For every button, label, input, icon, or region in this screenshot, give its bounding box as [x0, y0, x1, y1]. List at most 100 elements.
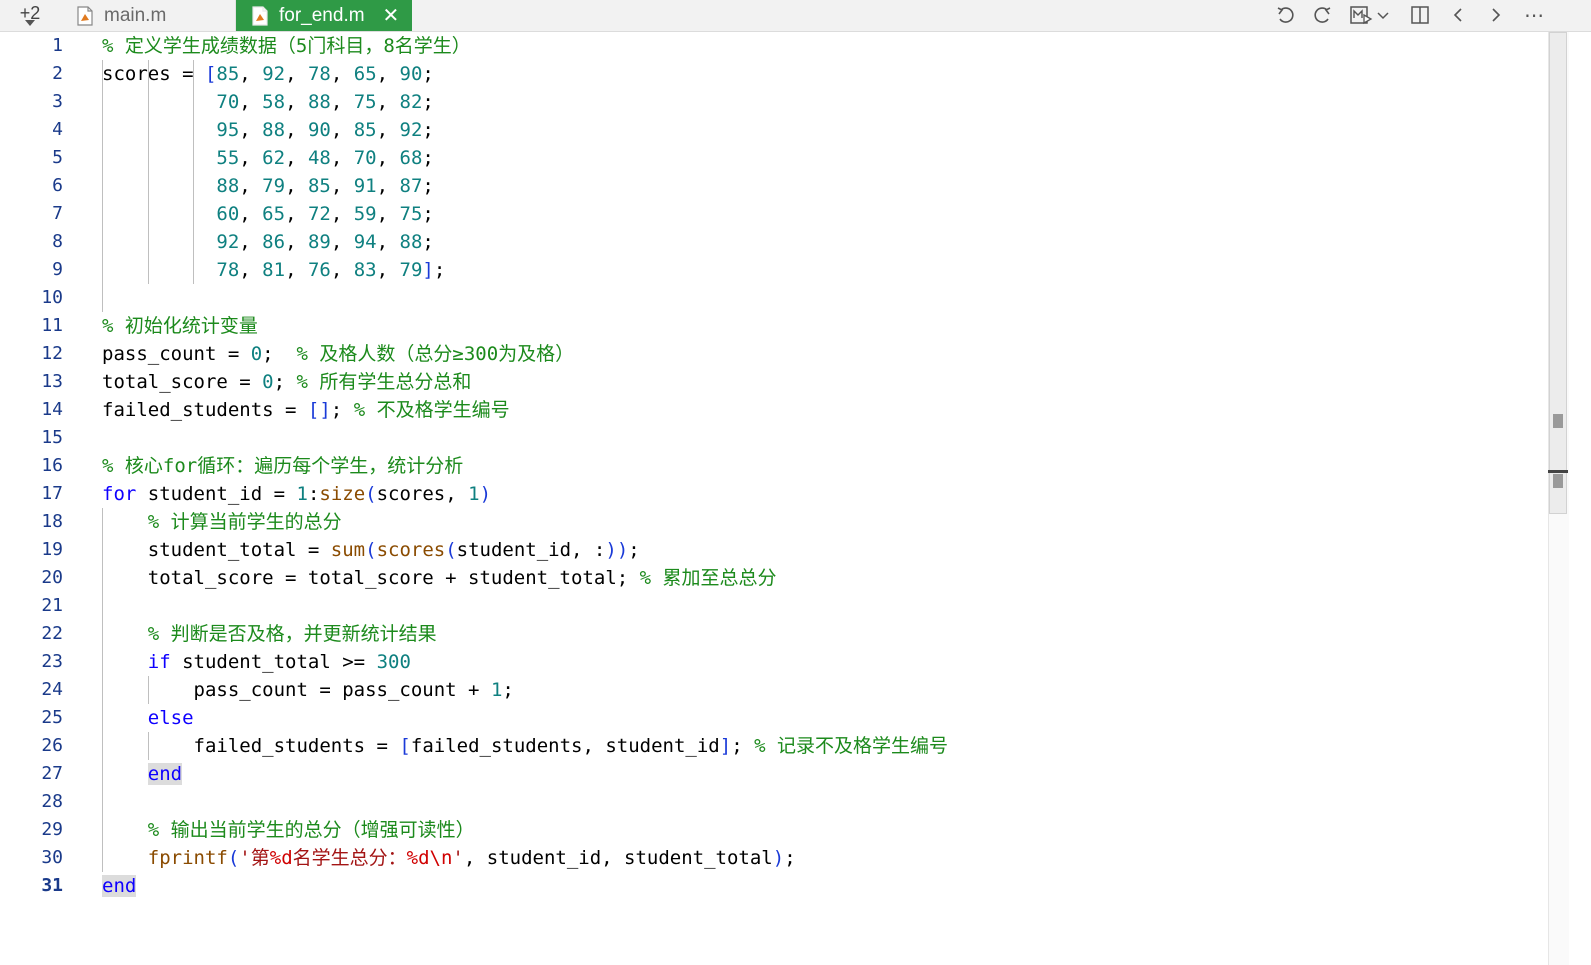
code-line[interactable]: 2 scores = [85, 92, 78, 65, 90;: [0, 60, 1548, 88]
code-line[interactable]: 15: [0, 424, 1548, 452]
code-token: ,: [330, 63, 354, 85]
code-text: fprintf('第%d名学生总分：%d\n', student_id, stu…: [102, 844, 796, 872]
code-token: total_score = total_score + student_tota…: [102, 567, 640, 589]
code-token: 62: [262, 147, 286, 169]
indent-guide: [148, 676, 149, 704]
code-token: 0: [250, 343, 263, 365]
code-line[interactable]: 14 failed_students = []; % 不及格学生编号: [0, 396, 1548, 424]
code-line[interactable]: 30 fprintf('第%d名学生总分：%d\n', student_id, …: [0, 844, 1548, 872]
split-view-icon[interactable]: [1406, 2, 1434, 28]
indent-guide: [193, 60, 194, 284]
code-line[interactable]: 27 end: [0, 760, 1548, 788]
code-text: total_score = 0; % 所有学生总分总和: [102, 368, 471, 396]
line-number: 24: [41, 679, 63, 700]
code-line[interactable]: 29 % 输出当前学生的总分（增强可读性）: [0, 816, 1548, 844]
code-editor[interactable]: 1% 定义学生成绩数据（5门科目，8名学生） 2 scores = [85, 92,…: [0, 32, 1548, 965]
code-token: ;: [262, 343, 297, 365]
line-number: 4: [52, 119, 63, 140]
code-line[interactable]: 12 pass_count = 0; % 及格人数（总分≥300为及格）: [0, 340, 1548, 368]
code-token: ]: [422, 259, 434, 281]
code-token: 55: [216, 147, 240, 169]
line-number: 31: [41, 875, 63, 896]
chevron-left-icon[interactable]: [1444, 2, 1472, 28]
scrollbar-thumb[interactable]: [1549, 32, 1567, 514]
code-token: 94: [353, 231, 377, 253]
code-line[interactable]: 8 92, 86, 89, 94, 88;: [0, 228, 1548, 256]
code-line[interactable]: 11 % 初始化统计变量: [0, 312, 1548, 340]
code-token: end: [147, 763, 183, 785]
code-text: % 初始化统计变量: [102, 312, 258, 340]
code-token: ,: [376, 231, 400, 253]
code-token: 68: [399, 147, 423, 169]
code-line[interactable]: 9 78, 81, 76, 83, 79];: [0, 256, 1548, 284]
code-line[interactable]: 20 total_score = total_score + student_t…: [0, 564, 1548, 592]
code-token: 87: [399, 175, 423, 197]
code-token: ;: [628, 539, 640, 561]
code-token: ,: [285, 231, 308, 253]
code-line[interactable]: 21: [0, 592, 1548, 620]
code-token: (: [227, 847, 240, 869]
code-line[interactable]: 23 if student_total >= 300: [0, 648, 1548, 676]
code-token: failed_students, student_id: [410, 735, 720, 757]
code-token: sum: [330, 539, 366, 561]
code-token: 83: [353, 259, 377, 281]
code-line[interactable]: 18 % 计算当前学生的总分: [0, 508, 1548, 536]
code-text: end: [102, 760, 183, 788]
code-token: % 核心for循环：遍历每个学生，统计分析: [102, 455, 464, 477]
code-token: ,: [285, 259, 308, 281]
code-line[interactable]: 22 % 判断是否及格，并更新统计结果: [0, 620, 1548, 648]
code-line[interactable]: 5 55, 62, 48, 70, 68;: [0, 144, 1548, 172]
run-section-icon[interactable]: [1347, 2, 1375, 28]
code-text: % 判断是否及格，并更新统计结果: [102, 620, 437, 648]
code-token: ;: [422, 175, 434, 197]
code-token: ): [479, 483, 492, 505]
code-line[interactable]: 7 60, 65, 72, 59, 75;: [0, 200, 1548, 228]
code-token: fprintf: [147, 847, 228, 869]
code-line[interactable]: 25 else: [0, 704, 1548, 732]
code-token: 78: [216, 259, 240, 281]
tab-label: main.m: [104, 4, 167, 26]
line-number: 26: [41, 735, 63, 756]
code-line[interactable]: 10: [0, 284, 1548, 312]
code-token: [: [399, 735, 411, 757]
tab-label: for_end.m: [279, 4, 365, 26]
more-tabs-button[interactable]: +2: [14, 0, 46, 31]
code-line[interactable]: 6 88, 79, 85, 91, 87;: [0, 172, 1548, 200]
code-token: failed_students =: [102, 735, 400, 757]
code-token: ;: [731, 735, 755, 757]
code-line[interactable]: 26 failed_students = [failed_students, s…: [0, 732, 1548, 760]
code-line[interactable]: 13 total_score = 0; % 所有学生总分总和: [0, 368, 1548, 396]
code-line[interactable]: 3 70, 58, 88, 75, 82;: [0, 88, 1548, 116]
more-icon[interactable]: ⋯: [1520, 2, 1548, 28]
code-token: ,: [285, 119, 308, 141]
line-number: 23: [41, 651, 63, 672]
code-line[interactable]: 17 for student_id = 1:size(scores, 1): [0, 480, 1548, 508]
code-line[interactable]: 24 pass_count = pass_count + 1;: [0, 676, 1548, 704]
code-token: 91: [353, 175, 377, 197]
redo-icon[interactable]: [1309, 2, 1337, 28]
code-line[interactable]: 1 % 定义学生成绩数据（5门科目，8名学生）: [0, 32, 1548, 60]
close-tab-icon[interactable]: ✕: [383, 6, 400, 26]
code-token: 79: [399, 259, 423, 281]
code-token: )): [605, 539, 629, 561]
tab-main-m[interactable]: main.m: [61, 0, 236, 31]
chevron-down-icon[interactable]: [1374, 2, 1392, 28]
code-token: 65: [262, 203, 286, 225]
chevron-right-icon[interactable]: [1482, 2, 1510, 28]
code-line[interactable]: 16 % 核心for循环：遍历每个学生，统计分析: [0, 452, 1548, 480]
line-number: 17: [41, 483, 63, 504]
line-number: 20: [41, 567, 63, 588]
code-line[interactable]: 31 end: [0, 872, 1548, 900]
code-text: failed_students = [failed_students, stud…: [102, 732, 948, 760]
code-token: 300: [376, 651, 411, 673]
code-token: ,: [239, 259, 263, 281]
code-line[interactable]: 4 95, 88, 90, 85, 92;: [0, 116, 1548, 144]
code-token: ': [452, 847, 464, 869]
tab-for-end-m[interactable]: for_end.m ✕: [236, 0, 412, 31]
undo-icon[interactable]: [1271, 2, 1299, 28]
code-line[interactable]: 28: [0, 788, 1548, 816]
code-line[interactable]: 19 student_total = sum(scores(student_id…: [0, 536, 1548, 564]
code-token: 72: [307, 203, 331, 225]
